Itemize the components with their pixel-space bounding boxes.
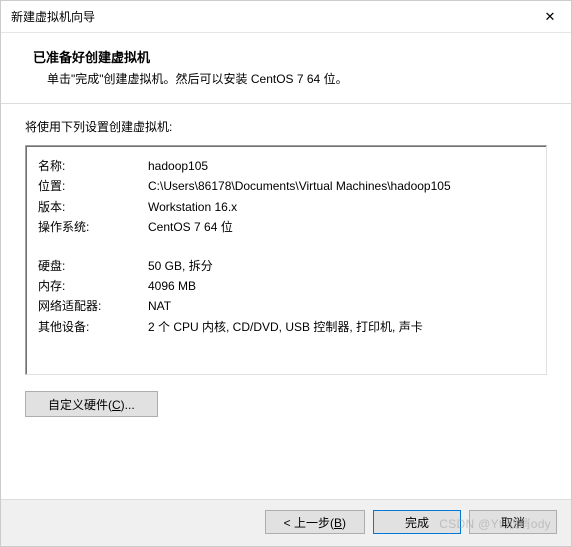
summary-row: 其他设备: 2 个 CPU 内核, CD/DVD, USB 控制器, 打印机, …: [38, 317, 534, 337]
summary-label: 位置:: [38, 176, 148, 196]
summary-value: hadoop105: [148, 156, 534, 176]
button-label-pre: < 上一步(: [284, 516, 334, 530]
page-heading: 已准备好创建虚拟机: [33, 47, 547, 66]
summary-intro: 将使用下列设置创建虚拟机:: [25, 118, 547, 135]
summary-label: 版本:: [38, 197, 148, 217]
summary-label: 硬盘:: [38, 256, 148, 276]
summary-value: Workstation 16.x: [148, 197, 534, 217]
summary-row: 网络适配器: NAT: [38, 296, 534, 316]
summary-value: CentOS 7 64 位: [148, 217, 534, 237]
summary-value: 2 个 CPU 内核, CD/DVD, USB 控制器, 打印机, 声卡: [148, 317, 534, 337]
summary-label: 其他设备:: [38, 317, 148, 337]
wizard-footer: < 上一步(B) 完成 取消 CSDN @Yt.取消ody: [1, 499, 571, 546]
summary-value: 50 GB, 拆分: [148, 256, 534, 276]
summary-row: 硬盘: 50 GB, 拆分: [38, 256, 534, 276]
summary-value: 4096 MB: [148, 276, 534, 296]
summary-gap: [38, 238, 534, 256]
button-label-pre: 自定义硬件(: [48, 398, 112, 412]
button-accelerator: C: [112, 398, 121, 412]
title-bar: 新建虚拟机向导 ✕: [1, 1, 571, 33]
summary-box: 名称: hadoop105 位置: C:\Users\86178\Documen…: [25, 145, 547, 375]
cancel-button[interactable]: 取消: [469, 510, 557, 534]
summary-row: 版本: Workstation 16.x: [38, 197, 534, 217]
wizard-header: 已准备好创建虚拟机 单击"完成"创建虚拟机。然后可以安装 CentOS 7 64…: [1, 33, 571, 103]
summary-row: 内存: 4096 MB: [38, 276, 534, 296]
close-icon: ✕: [545, 9, 556, 25]
close-button[interactable]: ✕: [529, 1, 571, 33]
summary-label: 操作系统:: [38, 217, 148, 237]
page-subtext: 单击"完成"创建虚拟机。然后可以安装 CentOS 7 64 位。: [47, 70, 547, 87]
button-label-post: )...: [121, 398, 135, 412]
summary-label: 内存:: [38, 276, 148, 296]
back-button[interactable]: < 上一步(B): [265, 510, 365, 534]
summary-row: 操作系统: CentOS 7 64 位: [38, 217, 534, 237]
window-title: 新建虚拟机向导: [11, 8, 95, 25]
summary-label: 名称:: [38, 156, 148, 176]
button-label-post: ): [342, 516, 346, 530]
summary-row: 位置: C:\Users\86178\Documents\Virtual Mac…: [38, 176, 534, 196]
button-accelerator: B: [334, 516, 342, 530]
summary-label: 网络适配器:: [38, 296, 148, 316]
summary-value: NAT: [148, 296, 534, 316]
wizard-content: 将使用下列设置创建虚拟机: 名称: hadoop105 位置: C:\Users…: [1, 103, 571, 499]
customize-hardware-button[interactable]: 自定义硬件(C)...: [25, 391, 158, 417]
summary-value: C:\Users\86178\Documents\Virtual Machine…: [148, 176, 534, 196]
summary-row: 名称: hadoop105: [38, 156, 534, 176]
finish-button[interactable]: 完成: [373, 510, 461, 534]
